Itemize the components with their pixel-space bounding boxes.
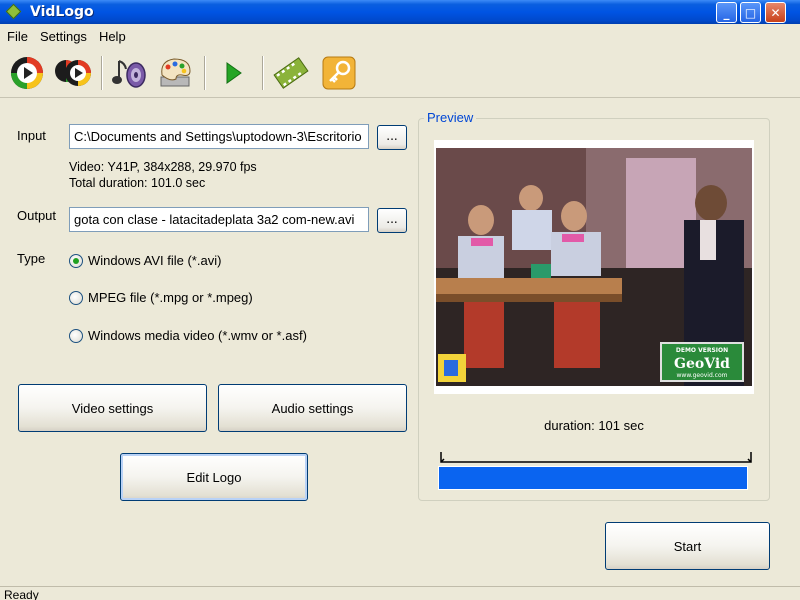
audio-settings-button[interactable]: Audio settings (218, 384, 407, 432)
time-slider[interactable] (440, 450, 752, 464)
watermark-demo-text: DEMO VERSION (676, 347, 728, 354)
audio-speaker-icon (112, 60, 146, 88)
video-frame-image: DEMO VERSION GeoVid www.geovid.com (436, 148, 752, 386)
film-strip-icon (273, 57, 309, 89)
palette-button[interactable] (156, 54, 194, 92)
radio-wmv-indicator[interactable] (69, 328, 83, 343)
status-text: Ready (4, 588, 39, 600)
close-button[interactable]: ✕ (765, 2, 786, 23)
logo-button[interactable] (272, 54, 310, 92)
start-button[interactable]: Start (605, 522, 770, 570)
maximize-icon: □ (744, 5, 757, 20)
radio-mpeg-label: MPEG file (*.mpg or *.mpeg) (88, 290, 253, 305)
toolbar-separator (262, 56, 264, 90)
minimize-icon: _ (723, 5, 730, 20)
palette-icon (160, 58, 191, 87)
video-settings-button[interactable]: Video settings (18, 384, 207, 432)
edit-logo-button[interactable]: Edit Logo (120, 453, 308, 501)
duration-info-text: Total duration: 101.0 sec (69, 176, 206, 190)
start-label: Start (673, 538, 702, 554)
progress-bar (438, 466, 748, 490)
toolbar (0, 48, 800, 98)
minimize-button[interactable]: _ (716, 2, 737, 23)
radio-avi-indicator[interactable] (69, 253, 83, 268)
menu-bar: File Settings Help (0, 25, 800, 47)
input-browse-button[interactable]: ... (377, 125, 407, 150)
progress-fill (439, 467, 747, 489)
toolbar-separator (204, 56, 206, 90)
radio-mpeg[interactable]: MPEG file (*.mpg or *.mpeg) (69, 290, 253, 305)
play-arrow-icon (226, 62, 242, 84)
output-browse-button[interactable]: ... (377, 208, 407, 233)
key-icon (322, 56, 356, 90)
title-bar: VidLogo _ □ ✕ (0, 0, 800, 24)
register-button[interactable] (320, 54, 358, 92)
input-label: Input (17, 128, 46, 143)
type-label: Type (17, 251, 46, 266)
menu-settings[interactable]: Settings (35, 29, 92, 44)
audio-button[interactable] (110, 54, 148, 92)
edit-logo-label: Edit Logo (186, 469, 242, 485)
maximize-button[interactable]: □ (740, 2, 761, 23)
menu-help[interactable]: Help (94, 29, 131, 44)
close-icon: ✕ (770, 5, 781, 20)
radio-mpeg-indicator[interactable] (69, 290, 83, 305)
video-preview: DEMO VERSION GeoVid www.geovid.com (436, 148, 752, 386)
run-button[interactable] (214, 54, 252, 92)
open-video-button[interactable] (8, 54, 46, 92)
preview-duration: duration: 101 sec (544, 418, 644, 433)
toolbar-separator (101, 56, 103, 90)
radio-wmv-label: Windows media video (*.wmv or *.asf) (88, 328, 307, 343)
status-bar: Ready (0, 586, 800, 600)
radio-avi-label: Windows AVI file (*.avi) (88, 253, 222, 268)
app-logo-icon (5, 3, 22, 20)
video-info-text: Video: Y41P, 384x288, 29.970 fps (69, 160, 257, 174)
radio-wmv[interactable]: Windows media video (*.wmv or *.asf) (69, 328, 307, 343)
input-path-field[interactable]: C:\Documents and Settings\uptodown-3\Esc… (69, 124, 369, 149)
video-settings-label: Video settings (71, 400, 154, 416)
watermark-brand-text: GeoVid (674, 356, 730, 372)
window-title: VidLogo (30, 4, 94, 20)
preview-title: Preview (424, 110, 477, 125)
batch-button[interactable] (54, 54, 92, 92)
audio-settings-label: Audio settings (271, 400, 354, 416)
menu-file[interactable]: File (2, 29, 33, 44)
output-path-field[interactable]: gota con clase - latacitadeplata 3a2 com… (69, 207, 369, 232)
output-label: Output (17, 208, 57, 223)
play-disc-icon (11, 57, 43, 89)
watermark-url-text: www.geovid.com (677, 372, 728, 379)
play-disc-batch-icon (55, 60, 91, 86)
radio-avi[interactable]: Windows AVI file (*.avi) (69, 253, 221, 268)
